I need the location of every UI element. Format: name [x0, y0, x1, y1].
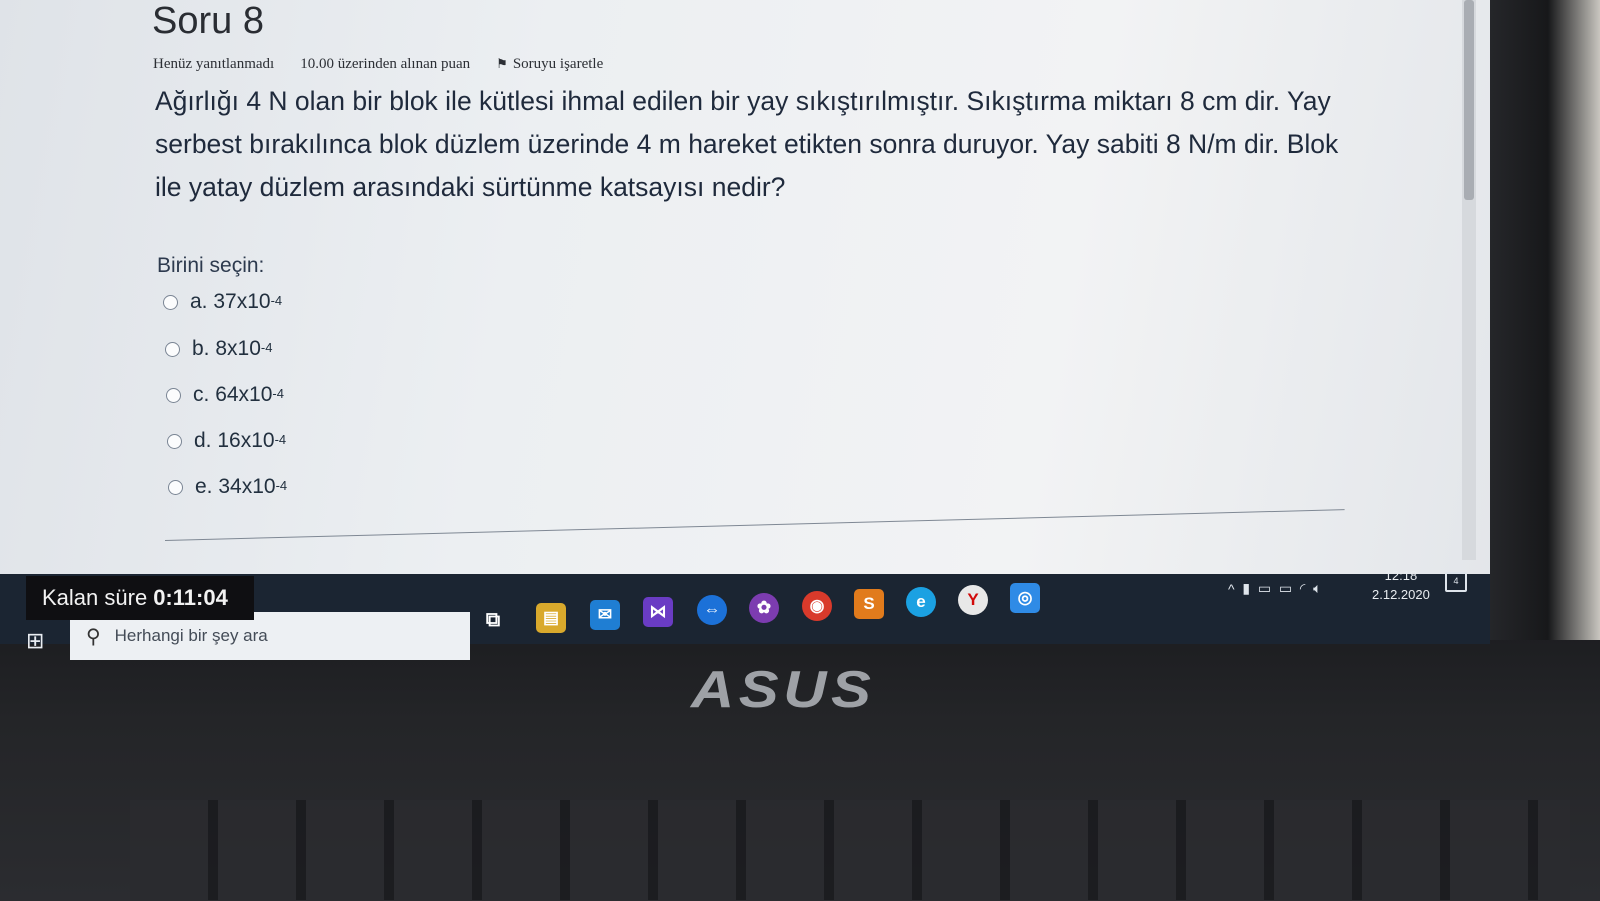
quiz-screen: Soru 8 Henüz yanıtlanmadı 10.00 üzerinde… — [0, 0, 1490, 600]
monitor-icon[interactable]: ▭ — [1258, 580, 1271, 597]
keyboard-keys — [130, 800, 1570, 900]
question-title: Soru 8 — [152, 0, 264, 42]
option-value: 64x10 — [215, 383, 273, 406]
remaining-time-box: Kalan süre 0:11:04 — [26, 576, 254, 620]
section-divider — [164, 509, 1345, 541]
radio-button[interactable] — [166, 387, 181, 403]
option-value: 16x10 — [217, 429, 275, 452]
search-placeholder: Herhangi bir şey ara — [114, 626, 268, 645]
radio-button[interactable] — [167, 433, 182, 449]
answer-option-a[interactable]: a. 37x10 -4 — [163, 290, 282, 314]
clock-date: 2.12.2020 — [1372, 587, 1430, 602]
option-exponent: -4 — [270, 292, 283, 308]
search-icon: ⚲ — [86, 625, 101, 648]
option-letter: e. — [195, 475, 213, 498]
taskbar-clock[interactable]: 12:18 2.12.2020 — [1372, 566, 1430, 604]
option-value: 37x10 — [213, 290, 271, 313]
notification-count: 4 — [1453, 576, 1459, 586]
question-text: Ağırlığı 4 N olan bir blok ile kütlesi i… — [155, 86, 1339, 202]
scrollbar-thumb[interactable] — [1464, 0, 1474, 200]
sublime-text-icon[interactable]: S — [854, 589, 884, 619]
volume-icon[interactable]: 🔈︎ — [1313, 580, 1321, 597]
timer-value: 0:11:04 — [153, 585, 228, 610]
clock-time: 12:18 — [1384, 568, 1418, 583]
option-letter: d. — [194, 429, 212, 452]
yandex-browser-icon[interactable]: Y — [958, 585, 988, 615]
flag-question-label: Soruyu işaretle — [512, 56, 604, 72]
photos-icon[interactable]: ✿ — [749, 593, 779, 623]
notification-center-icon[interactable]: 4 — [1445, 572, 1467, 592]
chevron-up-icon[interactable]: ^ — [1228, 581, 1235, 597]
wifi-icon[interactable]: ◜ — [1300, 580, 1305, 597]
task-view-icon[interactable]: ⧉ — [478, 605, 508, 635]
choose-one-label: Birini seçin: — [157, 254, 265, 277]
option-exponent: -4 — [260, 339, 273, 355]
question-meta: Henüz yanıtlanmadı 10.00 üzerinden alına… — [153, 56, 603, 73]
option-letter: a. — [190, 290, 208, 313]
option-letter: c. — [193, 383, 210, 406]
answer-option-e[interactable]: e. 34x10 -4 — [168, 475, 287, 499]
option-letter: b. — [192, 337, 210, 360]
chrome-icon[interactable]: ◉ — [802, 591, 832, 621]
radio-button[interactable] — [165, 341, 180, 357]
timer-label: Kalan süre — [42, 585, 148, 610]
battery-icon[interactable]: ▭ — [1279, 580, 1292, 597]
windows-start-icon[interactable]: ⊞ — [26, 628, 54, 656]
flag-question-link[interactable]: ⚑ Soruyu işaretle — [496, 56, 603, 73]
visual-studio-icon[interactable]: ⋈ — [643, 597, 673, 627]
asus-logo: ASUS — [690, 661, 876, 719]
option-exponent: -4 — [272, 385, 284, 401]
file-explorer-icon[interactable]: ▤ — [536, 603, 566, 633]
camera-app-icon[interactable]: ◎ — [1010, 583, 1040, 613]
question-points: 10.00 üzerinden alınan puan — [300, 56, 471, 72]
edge-icon[interactable]: e — [906, 587, 936, 617]
system-tray: ^ ▮ ▭ ▭ ◜ 🔈︎ — [1228, 580, 1322, 597]
option-exponent: -4 — [274, 431, 287, 447]
answer-option-d[interactable]: d. 16x10 -4 — [167, 429, 286, 453]
answer-option-b[interactable]: b. 8x10 -4 — [165, 337, 272, 361]
teamviewer-icon[interactable]: ⇔ — [697, 595, 727, 625]
option-exponent: -4 — [275, 477, 288, 493]
option-value: 34x10 — [218, 475, 276, 498]
flag-icon: ⚑ — [496, 56, 508, 71]
radio-button[interactable] — [168, 479, 183, 495]
answer-status: Henüz yanıtlanmadı — [153, 56, 275, 72]
answer-option-c[interactable]: c. 64x10 -4 — [166, 383, 284, 407]
usb-icon[interactable]: ▮ — [1242, 580, 1250, 597]
option-value: 8x10 — [215, 337, 261, 360]
radio-button[interactable] — [163, 294, 178, 310]
mail-icon[interactable]: ✉ — [590, 600, 620, 630]
